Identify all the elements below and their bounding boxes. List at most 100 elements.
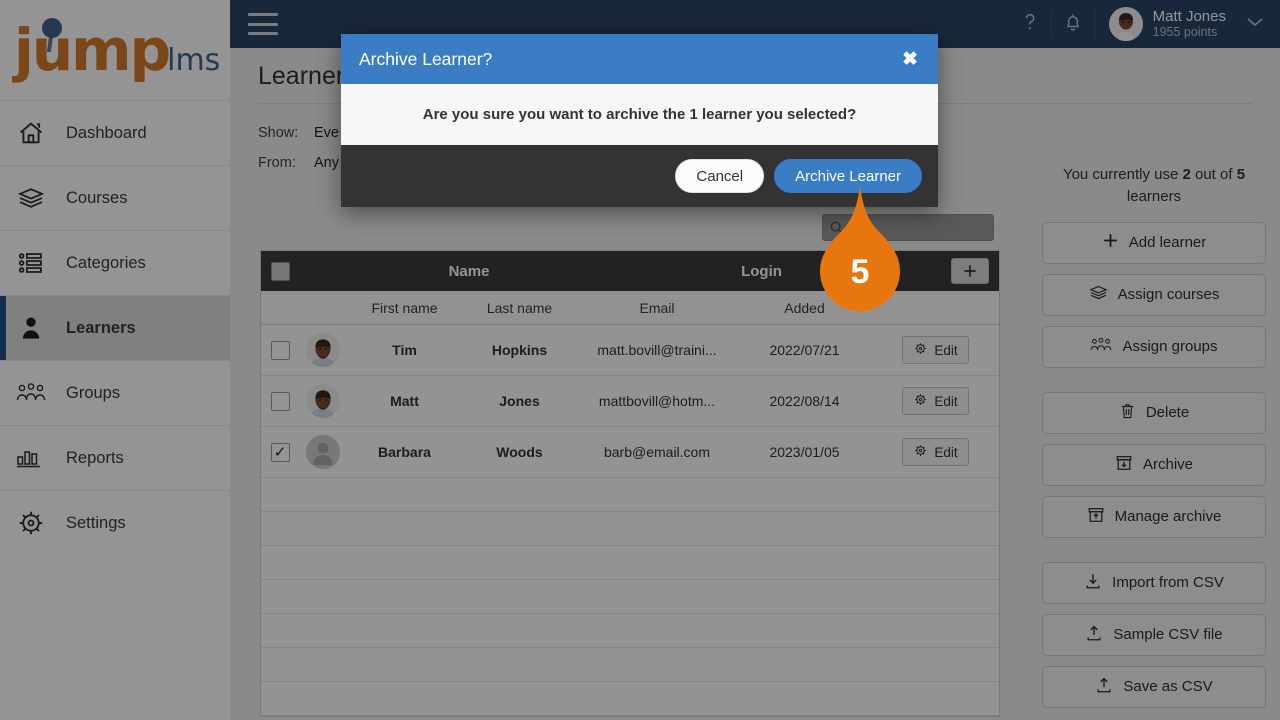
row-checkbox[interactable] — [270, 391, 290, 411]
people-icon — [1090, 336, 1112, 358]
brand-logo[interactable]: jumplms — [0, 0, 230, 96]
edit-button[interactable]: Edit — [902, 387, 969, 415]
gear-icon — [913, 341, 928, 359]
add-learner-button[interactable]: Add learner — [1042, 221, 1266, 264]
filter-label: From: — [258, 155, 296, 171]
chevron-down-icon[interactable] — [1232, 15, 1280, 33]
add-column-cell — [884, 258, 999, 284]
edit-button-label: Edit — [934, 342, 958, 358]
button-label: Import from CSV — [1112, 574, 1224, 591]
hamburger-icon[interactable] — [248, 13, 278, 35]
user-name: Matt Jones — [1152, 8, 1226, 26]
sidebar-item-courses[interactable]: Courses — [0, 165, 230, 230]
logo-dot-icon — [42, 18, 62, 38]
sidebar-item-label: Settings — [66, 513, 126, 532]
sidebar-item-label: Categories — [66, 253, 146, 272]
import-from-csv-button[interactable]: Import from CSV — [1042, 561, 1266, 604]
sidebar-item-label: Courses — [66, 188, 128, 207]
actions-gap — [1042, 548, 1266, 562]
assign-groups-button[interactable]: Assign groups — [1042, 325, 1266, 368]
cell-edit: Edit — [872, 387, 999, 415]
dialog-title: Archive Learner? — [359, 48, 493, 69]
cell-first-name: Matt — [390, 393, 419, 409]
plus-icon — [1102, 232, 1119, 253]
actions-panel: You currently use 2 out of 5 learners Ad… — [1042, 164, 1266, 718]
manage-archive-button[interactable]: Manage archive — [1042, 495, 1266, 538]
archive-button[interactable]: Archive — [1042, 443, 1266, 486]
cell-added-date: 2022/08/14 — [769, 393, 840, 409]
cell-added-date: 2023/01/05 — [769, 444, 840, 460]
sidebar-item-learners[interactable]: Learners — [0, 295, 230, 360]
sample-csv-file-button[interactable]: Sample CSV file — [1042, 613, 1266, 656]
avatar — [306, 435, 340, 469]
add-learner-plus-button[interactable] — [951, 258, 989, 284]
question-mark-icon — [1020, 11, 1040, 38]
column-header-email: Email — [639, 299, 675, 316]
sidebar-item-dashboard[interactable]: Dashboard — [0, 100, 230, 165]
table-row-empty — [261, 512, 999, 546]
row-checkbox-cell: ✓ — [261, 442, 299, 462]
cancel-button[interactable]: Cancel — [675, 159, 765, 193]
gear-icon — [913, 392, 928, 410]
notifications-button[interactable] — [1052, 0, 1094, 48]
sidebar-item-categories[interactable]: Categories — [0, 230, 230, 295]
filter-value: Eve — [314, 125, 339, 141]
table-row-empty — [261, 478, 999, 512]
callout-number: 5 — [850, 252, 870, 291]
dialog-message: Are you sure you want to archive the 1 l… — [341, 84, 938, 145]
trash-icon — [1119, 402, 1136, 424]
step-callout: 5 — [820, 186, 900, 312]
row-checkbox[interactable] — [270, 340, 290, 360]
sidebar-item-label: Dashboard — [66, 123, 147, 142]
quota-total: 5 — [1236, 166, 1246, 183]
button-label: Archive — [1142, 456, 1194, 473]
gear-icon — [14, 506, 48, 540]
logo-text-secondary: lms — [167, 43, 221, 78]
close-icon[interactable]: ✖ — [900, 46, 920, 73]
avatar — [306, 333, 340, 367]
button-label: Add learner — [1128, 234, 1207, 251]
avatar — [306, 384, 340, 418]
user-menu[interactable]: Matt Jones 1955 points — [1095, 7, 1232, 41]
cell-edit: Edit — [872, 336, 999, 364]
table-row-empty — [261, 614, 999, 648]
sidebar-item-label: Groups — [66, 383, 121, 402]
edit-button[interactable]: Edit — [902, 336, 969, 364]
table-row-empty — [261, 580, 999, 614]
select-all-checkbox[interactable] — [270, 261, 290, 281]
table-row[interactable]: Matt Jones mattbovill@hotm... 2022/08/14… — [261, 376, 999, 427]
filter-value: Any — [314, 155, 339, 171]
logo-text-primary: jump — [14, 16, 171, 84]
row-checkbox-cell — [261, 340, 299, 360]
filter-label: Show: — [258, 125, 299, 141]
bell-icon — [1063, 11, 1083, 38]
button-label: Manage archive — [1114, 508, 1222, 525]
sidebar-item-label: Reports — [66, 448, 124, 467]
row-avatar-cell — [299, 333, 347, 367]
table-row[interactable]: Tim Hopkins matt.bovill@traini... 2022/0… — [261, 325, 999, 376]
upload-icon — [1095, 676, 1113, 698]
button-label: Assign courses — [1117, 286, 1220, 303]
sidebar-item-label: Learners — [66, 318, 136, 337]
quota-suffix: learners — [1126, 187, 1182, 205]
help-button[interactable] — [1009, 0, 1051, 48]
download-icon — [1084, 572, 1102, 594]
sidebar-item-groups[interactable]: Groups — [0, 360, 230, 425]
sidebar-item-reports[interactable]: Reports — [0, 425, 230, 490]
edit-button[interactable]: Edit — [902, 438, 969, 466]
user-meta: Matt Jones 1955 points — [1153, 8, 1226, 40]
button-label: Sample CSV file — [1113, 626, 1223, 643]
people-icon — [14, 376, 48, 410]
quota-prefix: You currently use — [1062, 166, 1183, 183]
table-row[interactable]: ✓ Barbara Woods barb@email.com 2023/01/0… — [261, 427, 999, 478]
cell-email: mattbovill@hotm... — [598, 393, 716, 409]
assign-courses-button[interactable]: Assign courses — [1042, 273, 1266, 316]
save-as-csv-button[interactable]: Save as CSV — [1042, 665, 1266, 708]
row-checkbox[interactable]: ✓ — [270, 442, 290, 462]
delete-button[interactable]: Delete — [1042, 391, 1266, 434]
cell-edit: Edit — [872, 438, 999, 466]
cell-last-name: Hopkins — [491, 342, 548, 358]
actions-gap — [1042, 378, 1266, 392]
table-row-empty — [261, 546, 999, 580]
sidebar-item-settings[interactable]: Settings — [0, 490, 230, 555]
